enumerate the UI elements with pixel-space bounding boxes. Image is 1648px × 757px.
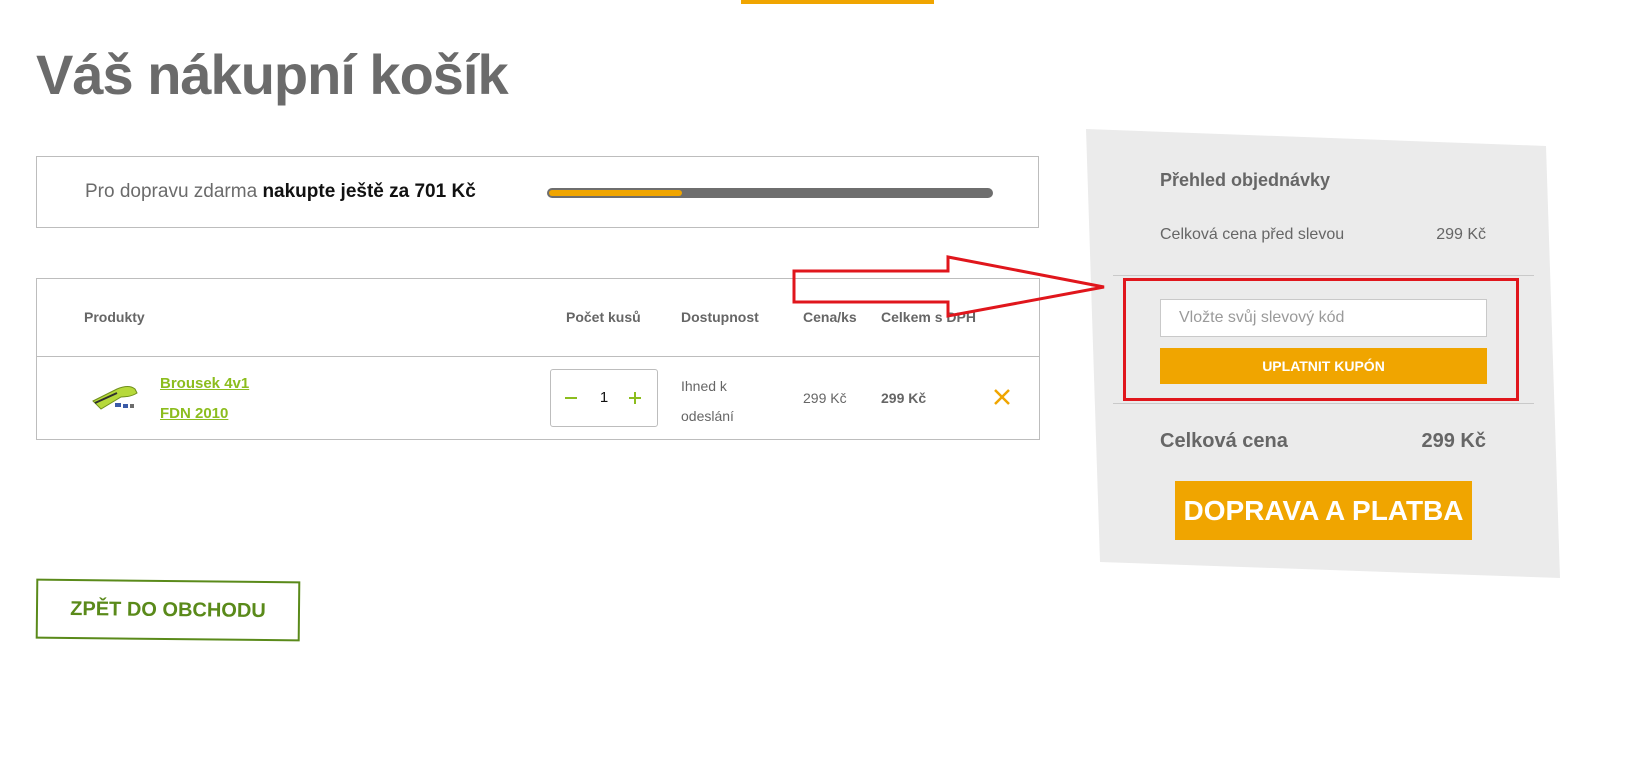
cart-table: Produkty Počet kusů Dostupnost Cena/ks C… xyxy=(36,278,1040,440)
free-shipping-prefix: Pro dopravu zdarma xyxy=(85,181,258,202)
product-name-link[interactable]: Brousek 4v1 xyxy=(160,375,249,392)
product-thumbnail[interactable] xyxy=(87,379,143,419)
total-value: 299 Kč xyxy=(1421,430,1487,452)
free-shipping-text: Pro dopravu zdarma nakupte ještě za 701 … xyxy=(85,181,476,203)
free-shipping-box: Pro dopravu zdarma nakupte ještě za 701 … xyxy=(36,156,1039,228)
column-header-products: Produkty xyxy=(84,309,145,325)
product-code-link[interactable]: FDN 2010 xyxy=(160,405,228,422)
coupon-code-input[interactable] xyxy=(1160,299,1487,337)
quantity-stepper: 1 xyxy=(550,369,658,427)
column-header-unit-price: Cena/ks xyxy=(803,309,857,325)
unit-price: 299 Kč xyxy=(803,390,847,406)
shipping-progress-fill xyxy=(549,190,682,196)
column-header-quantity: Počet kusů xyxy=(566,309,641,325)
apply-coupon-button[interactable]: UPLATNIT KUPÓN xyxy=(1160,348,1487,384)
checkout-button[interactable]: DOPRAVA A PLATBA xyxy=(1175,481,1472,540)
availability-status: Ihned k odeslání xyxy=(681,378,734,424)
subtotal-value: 299 Kč xyxy=(1436,226,1486,243)
plus-icon[interactable] xyxy=(627,390,643,406)
summary-divider xyxy=(1113,275,1534,276)
close-icon[interactable] xyxy=(988,383,1016,411)
page-title: Váš nákupní košík xyxy=(36,43,509,106)
column-header-total: Celkem s DPH xyxy=(881,309,976,325)
shipping-progress-bar xyxy=(547,188,993,198)
top-accent-bar xyxy=(741,0,934,4)
total-label: Celková cena xyxy=(1160,430,1288,452)
free-shipping-amount: nakupte ještě za 701 Kč xyxy=(262,181,476,202)
table-divider xyxy=(37,356,1039,357)
summary-divider xyxy=(1113,403,1534,404)
subtotal-label: Celková cena před slevou xyxy=(1160,226,1345,243)
summary-title: Přehled objednávky xyxy=(1160,170,1331,190)
back-to-shop-button[interactable]: ZPĚT DO OBCHODU xyxy=(35,578,301,642)
column-header-availability: Dostupnost xyxy=(681,309,759,325)
row-total: 299 Kč xyxy=(881,390,927,406)
